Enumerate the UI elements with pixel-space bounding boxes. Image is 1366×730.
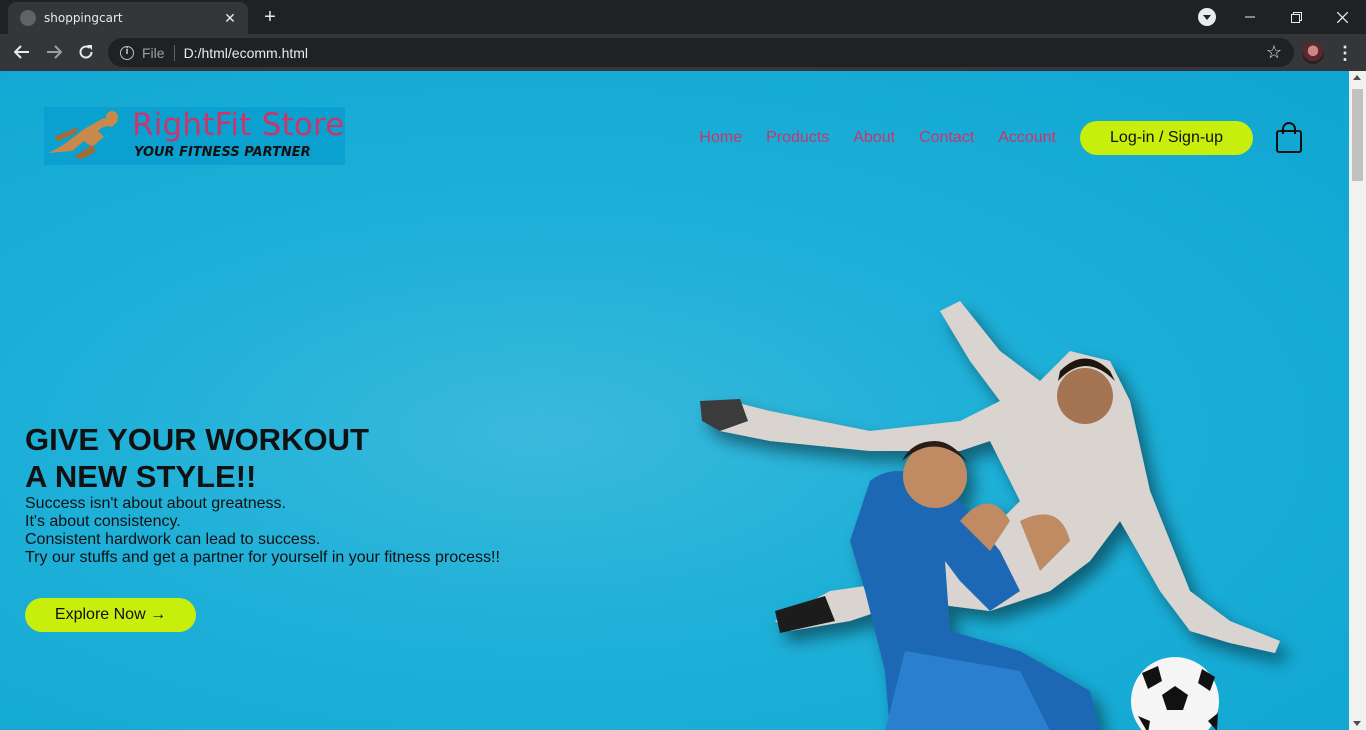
info-icon[interactable]: i bbox=[120, 45, 134, 60]
hero-line: It's about consistency. bbox=[25, 513, 181, 530]
hero-title: GIVE YOUR WORKOUT A NEW STYLE!! bbox=[25, 421, 369, 495]
nav-link-about[interactable]: About bbox=[853, 129, 895, 147]
hero-title-line2: A NEW STYLE!! bbox=[25, 459, 257, 494]
close-window-button[interactable] bbox=[1319, 0, 1365, 34]
nav-link-products[interactable]: Products bbox=[766, 129, 829, 147]
close-icon bbox=[1336, 11, 1348, 23]
file-label: File bbox=[142, 44, 165, 61]
browser-tab-bar: shoppingcart ✕ + bbox=[0, 0, 1366, 34]
separator bbox=[173, 44, 175, 61]
minimize-button[interactable] bbox=[1227, 0, 1273, 34]
main-nav: Home Products About Contact Account Log-… bbox=[699, 121, 1303, 155]
address-bar[interactable]: i File D:/html/ecomm.html ☆ bbox=[108, 38, 1294, 67]
back-arrow-icon bbox=[14, 45, 29, 59]
runner-logo-icon bbox=[44, 107, 129, 165]
logo-tagline: YOUR FITNESS PARTNER bbox=[134, 145, 311, 160]
shopping-bag-icon[interactable] bbox=[1275, 122, 1303, 154]
browser-tab[interactable]: shoppingcart ✕ bbox=[8, 2, 248, 34]
browser-toolbar: i File D:/html/ecomm.html ☆ ⋮ bbox=[0, 34, 1366, 71]
tab-title: shoppingcart bbox=[44, 11, 123, 25]
football-players-image bbox=[690, 291, 1310, 730]
scroll-down-arrow-icon[interactable] bbox=[1353, 721, 1361, 726]
restore-icon bbox=[1290, 11, 1302, 23]
browser-menu-icon[interactable]: ⋮ bbox=[1336, 42, 1354, 64]
forward-arrow-icon bbox=[47, 45, 62, 59]
tab-search-icon[interactable] bbox=[1198, 8, 1216, 26]
hero-title-line1: GIVE YOUR WORKOUT bbox=[25, 422, 369, 457]
store-logo[interactable]: RightFit Store YOUR FITNESS PARTNER bbox=[44, 107, 345, 165]
forward-button[interactable] bbox=[40, 38, 68, 66]
profile-avatar[interactable] bbox=[1302, 42, 1324, 64]
scroll-up-arrow-icon[interactable] bbox=[1353, 75, 1361, 80]
globe-icon bbox=[20, 10, 36, 26]
hero-description: Success isn't about about greatness. It'… bbox=[25, 495, 500, 567]
hero-line: Consistent hardwork can lead to success. bbox=[25, 531, 321, 548]
nav-link-account[interactable]: Account bbox=[998, 129, 1056, 147]
page-scrollbar[interactable] bbox=[1349, 71, 1366, 730]
page-viewport: RightFit Store YOUR FITNESS PARTNER Home… bbox=[0, 71, 1349, 730]
explore-now-button[interactable]: Explore Now → bbox=[25, 598, 196, 632]
url-text[interactable]: D:/html/ecomm.html bbox=[184, 45, 308, 61]
new-tab-button[interactable]: + bbox=[258, 6, 282, 30]
login-signup-button[interactable]: Log-in / Sign-up bbox=[1080, 121, 1253, 155]
soccer-ball-icon bbox=[1131, 657, 1219, 730]
back-button[interactable] bbox=[8, 38, 36, 66]
minimize-icon bbox=[1245, 16, 1255, 18]
bookmark-star-icon[interactable]: ☆ bbox=[1266, 43, 1282, 61]
reload-icon bbox=[79, 45, 93, 59]
nav-link-home[interactable]: Home bbox=[699, 129, 742, 147]
scroll-thumb[interactable] bbox=[1352, 89, 1363, 181]
restore-button[interactable] bbox=[1273, 0, 1319, 34]
logo-name: RightFit Store bbox=[132, 107, 345, 143]
close-tab-icon[interactable]: ✕ bbox=[222, 10, 238, 27]
reload-button[interactable] bbox=[72, 38, 100, 66]
hero-line: Try our stuffs and get a partner for you… bbox=[25, 549, 500, 566]
nav-link-contact[interactable]: Contact bbox=[919, 129, 974, 147]
hero-line: Success isn't about about greatness. bbox=[25, 495, 286, 512]
